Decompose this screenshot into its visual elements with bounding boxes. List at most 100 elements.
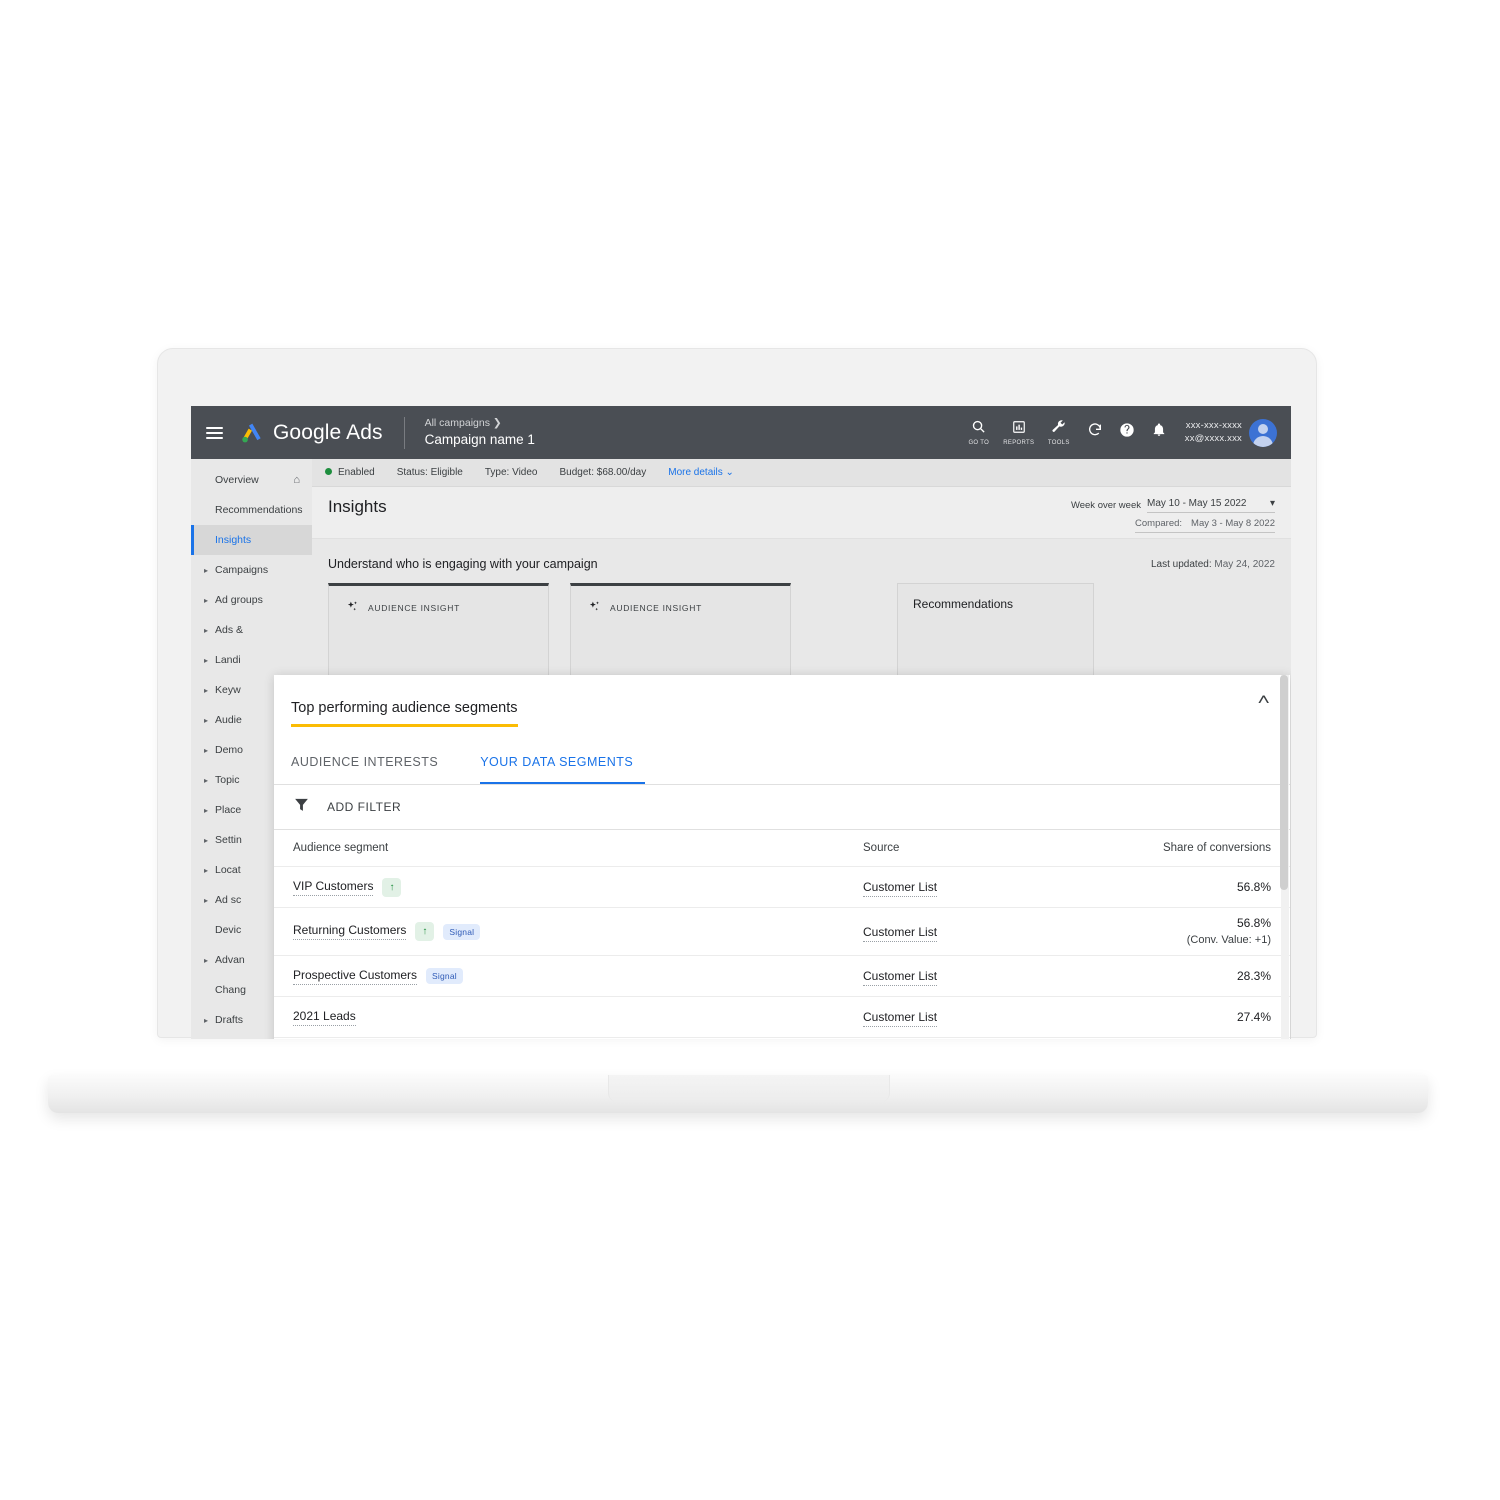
search-icon[interactable]: GO TO <box>959 419 999 446</box>
date-range-value: May 10 - May 15 2022 <box>1147 498 1247 509</box>
sidebar-item-insights[interactable]: Insights <box>191 525 312 555</box>
share-value: 56.8% <box>1236 916 1271 931</box>
reports-caption: REPORTS <box>1003 439 1035 446</box>
sidebar-item-label: Place <box>215 804 242 816</box>
audience-insight-label: AUDIENCE INSIGHT <box>368 602 460 613</box>
sidebar-item-landi[interactable]: ▸ Landi <box>191 645 312 675</box>
hamburger-menu-icon[interactable] <box>206 424 223 442</box>
date-range-control: Week over week May 10 - May 15 2022 ▾ Co… <box>1071 497 1275 533</box>
table-row[interactable]: New CustomerSignalCustomer List26.9% <box>274 1038 1290 1039</box>
tab-audience-interests[interactable]: AUDIENCE INTERESTS <box>291 749 450 784</box>
arrow-up-badge-icon: ↑ <box>382 877 402 897</box>
wrench-glyph <box>1051 419 1066 438</box>
chevron-down-icon: ▾ <box>1269 498 1275 509</box>
sidebar-item-label: Keyw <box>215 684 241 696</box>
sidebar-item-ad-groups[interactable]: ▸ Ad groups <box>191 585 312 615</box>
segment-name[interactable]: Returning Customers <box>293 923 407 940</box>
notifications-bell-icon[interactable] <box>1143 422 1175 443</box>
account-phone: xxx-xxx-xxxx <box>1185 419 1242 431</box>
header-source: Source <box>863 842 900 854</box>
compared-label: Compared: <box>1135 518 1183 529</box>
status-enabled: Enabled <box>325 467 375 478</box>
top-performing-audience-panel: Top performing audience segments ˄ AUDIE… <box>274 675 1290 1039</box>
last-updated: Last updated: May 24, 2022 <box>1151 559 1275 570</box>
chevron-right-icon: ▸ <box>204 625 209 635</box>
source-value[interactable]: Customer List <box>863 924 938 942</box>
sidebar-item-label: Overview <box>215 474 259 486</box>
sidebar-item-label: Demo <box>215 744 244 756</box>
chevron-right-icon: ▸ <box>204 835 209 845</box>
sparkle-icon <box>588 600 601 615</box>
sidebar-item-label: Drafts <box>215 1014 244 1026</box>
sidebar-item-label: Insights <box>215 534 252 546</box>
segment-name[interactable]: VIP Customers <box>293 879 374 896</box>
chevron-right-icon: ▸ <box>204 715 209 725</box>
table-row[interactable]: Prospective Customers Signal Customer List… <box>274 956 1290 997</box>
source-value[interactable]: Customer List <box>863 1010 938 1027</box>
sidebar-item-label: Campaigns <box>215 564 269 576</box>
sidebar-item-overview[interactable]: Overview ⌂ <box>191 465 312 495</box>
chevron-up-icon[interactable]: ˄ <box>1257 693 1270 709</box>
panel-title: Top performing audience segments <box>291 700 518 727</box>
chevron-right-icon: ▸ <box>204 655 209 665</box>
tools-icon[interactable]: TOOLS <box>1039 419 1079 446</box>
page-title: Insights <box>328 497 387 516</box>
sidebar-item-ads[interactable]: ▸ Ads & <box>191 615 312 645</box>
audience-insight-label: AUDIENCE INSIGHT <box>610 602 702 613</box>
panel-scrollbar-track[interactable] <box>1280 675 1289 1039</box>
table-row[interactable]: VIP Customers ↑ Customer List 56.8% <box>274 867 1290 908</box>
chevron-right-icon: ▸ <box>204 805 209 815</box>
arrow-up-badge-icon: ↑ <box>415 922 435 941</box>
chevron-right-icon: ▸ <box>204 745 209 755</box>
table-row[interactable]: Returning Customers ↑ Signal Customer List 5… <box>274 908 1290 956</box>
avatar[interactable] <box>1249 418 1277 447</box>
help-icon[interactable] <box>1111 422 1143 443</box>
status-budget: Budget: $68.00/day <box>559 467 647 478</box>
chevron-down-icon: ⌄ <box>725 467 734 478</box>
signal-chip: Signal <box>443 923 481 940</box>
sidebar-item-campaigns[interactable]: ▸ Campaigns <box>191 555 312 585</box>
sidebar-item-recommendations[interactable]: Recommendations <box>191 495 312 525</box>
brand-wordmark: Google Ads <box>273 420 383 444</box>
compared-range: Compared: May 3 - May 8 2022 <box>1135 518 1275 533</box>
share-value: 27.4% <box>1236 1010 1271 1024</box>
source-value[interactable]: Customer List <box>863 969 938 986</box>
header-share-of-conversions: Share of conversions <box>1162 842 1271 854</box>
breadcrumb-all-campaigns[interactable]: All campaigns ❯ <box>425 417 535 430</box>
chevron-right-icon: ▸ <box>204 865 209 875</box>
segment-name[interactable]: 2021 Leads <box>293 1009 356 1026</box>
last-updated-label: Last updated: <box>1151 558 1212 570</box>
table-row[interactable]: 2021 Leads Customer List 27.4% <box>274 997 1290 1038</box>
sidebar-item-label: Landi <box>215 654 241 666</box>
account-email: xx@xxxx.xxx <box>1184 432 1242 444</box>
chevron-right-icon: ▸ <box>204 1015 209 1025</box>
understand-row: Understand who is engaging with your cam… <box>328 557 1275 571</box>
more-details-link[interactable]: More details ⌄ <box>668 467 734 478</box>
compared-value: May 3 - May 8 2022 <box>1191 518 1275 529</box>
panel-scrollbar-thumb[interactable] <box>1280 675 1288 890</box>
google-ads-mark-icon <box>242 423 261 442</box>
signal-chip: Signal <box>426 968 463 984</box>
last-updated-value: May 24, 2022 <box>1214 558 1275 570</box>
sidebar-item-label: Locat <box>215 864 241 876</box>
laptop-frame: Google Ads All campaigns ❯ Campaign name… <box>157 348 1317 1039</box>
tab-your-data-segments[interactable]: YOUR DATA SEGMENTS <box>480 749 646 784</box>
chevron-right-icon: ▸ <box>204 685 209 695</box>
panel-header: Top performing audience segments ˄ <box>274 675 1290 727</box>
chevron-right-icon: ▸ <box>204 895 209 905</box>
google-ads-logo[interactable]: Google Ads <box>239 420 383 446</box>
sidebar-item-label: Settin <box>215 834 242 846</box>
add-filter-button[interactable]: ADD FILTER <box>274 785 1290 830</box>
segment-name[interactable]: Prospective Customers <box>293 968 418 985</box>
source-value[interactable]: Customer List <box>863 880 938 897</box>
share-subvalue: (Conv. Value: +1) <box>1186 933 1271 946</box>
reports-glyph <box>1012 420 1026 438</box>
panel-tabs: AUDIENCE INTERESTS YOUR DATA SEGMENTS <box>274 749 1290 785</box>
account-info[interactable]: xxx-xxx-xxxx xx@xxxx.xxx <box>1185 420 1242 446</box>
chevron-right-icon: ▸ <box>204 775 209 785</box>
home-icon[interactable]: ⌂ <box>293 474 300 486</box>
date-range-select[interactable]: May 10 - May 15 2022 ▾ <box>1147 497 1275 513</box>
refresh-icon[interactable] <box>1079 422 1111 443</box>
reports-icon[interactable]: REPORTS <box>999 420 1039 446</box>
add-filter-label: ADD FILTER <box>327 800 402 814</box>
